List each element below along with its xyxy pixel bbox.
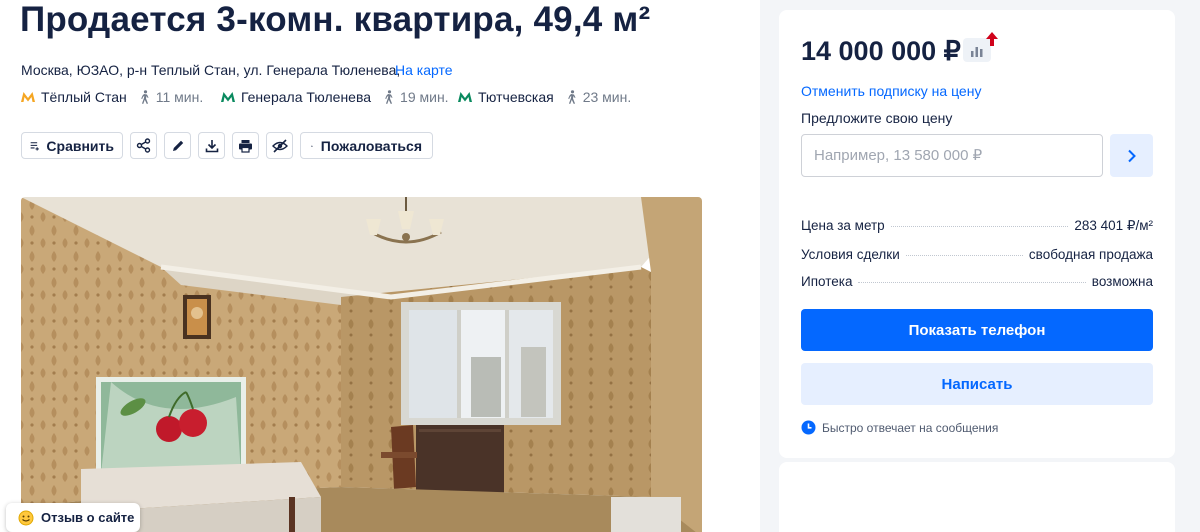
detail-row-mortgage: Ипотека возможна bbox=[801, 274, 1153, 289]
metro-station-generala-tyuleneva[interactable]: Генерала Тюленева 19 мин. bbox=[221, 89, 449, 105]
price-card: 14 000 000 ₽ Отменить подписку на цену П… bbox=[779, 10, 1175, 458]
submit-price-button[interactable] bbox=[1110, 134, 1153, 177]
dotted-leader bbox=[890, 226, 1069, 227]
smiley-icon bbox=[18, 510, 34, 525]
price-value: 14 000 000 ₽ bbox=[801, 36, 961, 66]
detail-label: Цена за метр bbox=[801, 218, 885, 233]
metro-icon bbox=[221, 92, 235, 102]
listing-toolbar: Сравнить Пожаловаться bbox=[21, 132, 433, 159]
page-title: Продается 3-комн. квартира, 49,4 м² bbox=[20, 0, 651, 39]
compare-button[interactable]: Сравнить bbox=[21, 132, 123, 159]
metro-walk-time: 11 мин. bbox=[155, 89, 204, 105]
metro-icon bbox=[458, 92, 472, 102]
suggest-price-label: Предложите свою цену bbox=[801, 110, 953, 126]
detail-label: Условия сделки bbox=[801, 247, 900, 262]
print-button[interactable] bbox=[232, 132, 259, 159]
price-up-arrow-icon bbox=[986, 32, 998, 46]
show-phone-button[interactable]: Показать телефон bbox=[801, 309, 1153, 351]
walk-icon bbox=[140, 90, 149, 104]
warning-icon bbox=[311, 144, 313, 147]
quick-reply-label: Быстро отвечает на сообщения bbox=[822, 420, 999, 435]
detail-value: 283 401 ₽/м² bbox=[1074, 218, 1153, 233]
map-link[interactable]: На карте bbox=[395, 62, 453, 78]
metro-walk-time: 23 мин. bbox=[582, 89, 632, 105]
detail-value: свободная продажа bbox=[1028, 247, 1153, 262]
quick-reply-note: Быстро отвечает на сообщения bbox=[801, 420, 998, 435]
suggest-price-input[interactable] bbox=[801, 134, 1103, 177]
clock-icon bbox=[801, 420, 816, 435]
detail-label: Ипотека bbox=[801, 274, 853, 289]
printer-icon bbox=[239, 139, 252, 153]
metro-station-name: Генерала Тюленева bbox=[241, 89, 372, 105]
listing-photo[interactable] bbox=[21, 197, 702, 532]
metro-station-name: Тёплый Стан bbox=[41, 89, 127, 105]
metro-walk-time: 19 мин. bbox=[400, 89, 449, 105]
dotted-leader bbox=[905, 255, 1023, 256]
compare-label: Сравнить bbox=[46, 137, 114, 154]
metro-station-name: Тютчевская bbox=[478, 89, 554, 105]
walk-icon bbox=[385, 90, 393, 104]
secondary-card bbox=[779, 462, 1175, 532]
detail-value: возможна bbox=[1091, 274, 1153, 289]
walk-icon bbox=[567, 90, 576, 104]
detail-row-price-per-meter: Цена за метр 283 401 ₽/м² bbox=[801, 218, 1153, 234]
hide-button[interactable] bbox=[266, 132, 293, 159]
download-icon bbox=[205, 139, 218, 152]
share-button[interactable] bbox=[130, 132, 157, 159]
download-button[interactable] bbox=[198, 132, 225, 159]
metro-icon bbox=[21, 92, 35, 102]
dotted-leader bbox=[858, 282, 1086, 283]
address[interactable]: Москва, ЮЗАО, р-н Теплый Стан, ул. Генер… bbox=[21, 62, 400, 78]
write-message-button[interactable]: Написать bbox=[801, 363, 1153, 405]
bar-chart-icon bbox=[971, 47, 983, 57]
pencil-icon bbox=[172, 140, 183, 151]
complain-button[interactable]: Пожаловаться bbox=[300, 132, 433, 159]
unsubscribe-price-link[interactable]: Отменить подписку на цену bbox=[801, 83, 981, 99]
site-feedback-label: Отзыв о сайте bbox=[41, 510, 135, 525]
room-photo-image bbox=[21, 197, 702, 532]
compare-icon bbox=[30, 141, 39, 151]
edit-note-button[interactable] bbox=[164, 132, 191, 159]
share-icon bbox=[136, 138, 151, 153]
detail-row-deal-terms: Условия сделки свободная продажа bbox=[801, 247, 1153, 262]
chevron-right-icon bbox=[1127, 149, 1136, 162]
listing-main: Продается 3-комн. квартира, 49,4 м² Моск… bbox=[0, 0, 760, 532]
eye-off-icon bbox=[271, 138, 288, 153]
metro-station-tyutchevskaya[interactable]: Тютчевская 23 мин. bbox=[458, 89, 631, 105]
site-feedback-button[interactable]: Отзыв о сайте bbox=[6, 503, 140, 532]
complain-label: Пожаловаться bbox=[320, 137, 422, 154]
metro-station-teply-stan[interactable]: Тёплый Стан 11 мин. bbox=[21, 89, 203, 105]
